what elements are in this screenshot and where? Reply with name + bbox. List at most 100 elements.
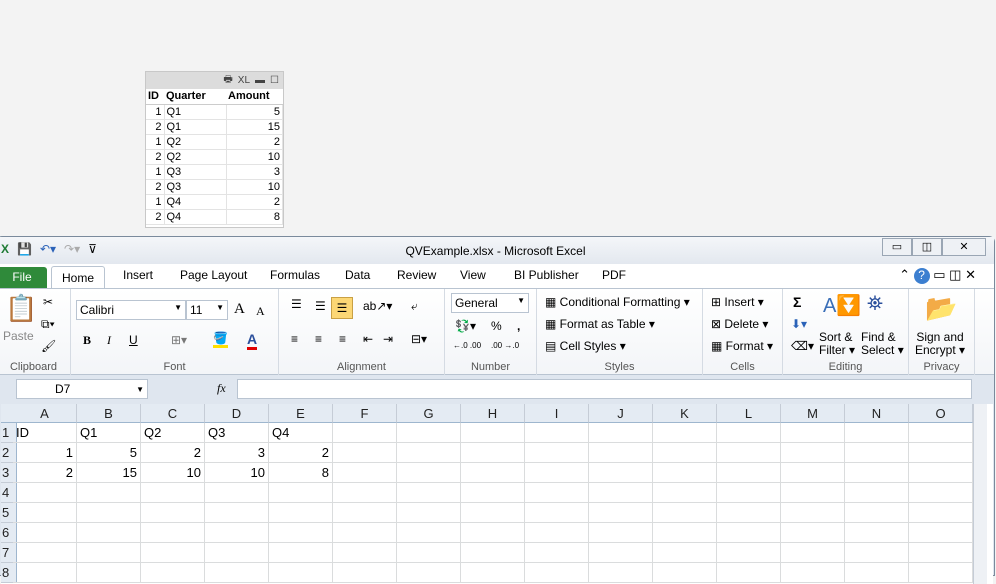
column-header[interactable]: K (653, 404, 717, 423)
table-row[interactable]: 2 Q4 8 (146, 209, 283, 225)
cell[interactable] (13, 503, 77, 523)
spreadsheet-grid[interactable]: A B C D E F G H I J K L M N O 1 ID Q1 Q2 Q3 Q4 2 1 5 2 3 2 3 2 15 10 10… (1, 404, 993, 584)
cell[interactable] (589, 523, 653, 543)
cell[interactable] (653, 443, 717, 463)
cell[interactable] (205, 563, 269, 583)
table-row[interactable]: 2 Q3 10 (146, 179, 283, 195)
cell[interactable] (909, 443, 973, 463)
cell[interactable]: 3 (205, 443, 269, 463)
cell[interactable] (333, 523, 397, 543)
sort-filter-button[interactable]: Sort & Filter ▾ (819, 331, 855, 357)
cell[interactable] (397, 523, 461, 543)
cell[interactable] (333, 423, 397, 443)
cell[interactable] (205, 483, 269, 503)
table-row[interactable]: 2 Q1 15 (146, 119, 283, 135)
increase-decimal-button[interactable]: ←.0 .00 (453, 341, 481, 350)
cell[interactable]: Q2 (141, 423, 205, 443)
column-header[interactable]: F (333, 404, 397, 423)
cell[interactable] (525, 463, 589, 483)
cell[interactable] (845, 423, 909, 443)
cell[interactable] (525, 503, 589, 523)
cell[interactable] (909, 523, 973, 543)
cell[interactable] (525, 483, 589, 503)
decrease-indent-icon[interactable]: ⇤ (363, 332, 373, 346)
grow-font-button[interactable]: A (234, 301, 245, 318)
cell[interactable] (525, 563, 589, 583)
tab-home[interactable]: Home (51, 266, 105, 289)
column-header[interactable]: H (461, 404, 525, 423)
cell[interactable] (141, 523, 205, 543)
table-row[interactable]: 1 Q2 2 (146, 134, 283, 150)
tab-formulas[interactable]: Formulas (270, 268, 320, 282)
maximize-icon[interactable]: ☐ (270, 75, 279, 86)
cell[interactable] (461, 463, 525, 483)
format-cells-button[interactable]: ▦ Format ▾ (711, 339, 773, 353)
column-header[interactable]: A (13, 404, 77, 423)
tab-pdf[interactable]: PDF (602, 268, 626, 282)
increase-indent-icon[interactable]: ⇥ (383, 332, 393, 346)
cell[interactable] (397, 483, 461, 503)
tab-review[interactable]: Review (397, 268, 436, 282)
cell[interactable] (589, 543, 653, 563)
cell[interactable] (525, 523, 589, 543)
conditional-formatting-button[interactable]: ▦ Conditional Formatting ▾ (545, 295, 690, 309)
fill-icon[interactable]: ⬇▾ (791, 317, 807, 331)
cell[interactable] (589, 443, 653, 463)
font-name-select[interactable]: Calibri ▼ (76, 300, 186, 320)
cell[interactable] (77, 483, 141, 503)
align-right-icon[interactable]: ≡ (339, 332, 346, 346)
cut-icon[interactable]: ✂ (43, 295, 53, 309)
decrease-decimal-button[interactable]: .00 →.0 (491, 341, 519, 350)
cell[interactable] (781, 423, 845, 443)
cell[interactable] (589, 503, 653, 523)
paste-icon[interactable]: 📋 (5, 293, 37, 324)
name-box[interactable]: D7 ▼ (16, 379, 148, 399)
accounting-format-icon[interactable]: 💱▾ (455, 319, 476, 333)
cell[interactable]: 8 (269, 463, 333, 483)
column-header[interactable]: N (845, 404, 909, 423)
column-header[interactable]: E (269, 404, 333, 423)
tab-bi-publisher[interactable]: BI Publisher (514, 268, 579, 282)
table-row[interactable]: 1 Q1 5 (146, 104, 283, 120)
column-header[interactable]: J (589, 404, 653, 423)
cell[interactable] (333, 463, 397, 483)
column-header[interactable]: O (909, 404, 973, 423)
cell[interactable] (77, 563, 141, 583)
cell[interactable] (397, 543, 461, 563)
tab-data[interactable]: Data (345, 268, 370, 282)
column-header[interactable]: B (77, 404, 141, 423)
insert-cells-button[interactable]: ⊞ Insert ▾ (711, 295, 764, 309)
cell[interactable] (13, 563, 77, 583)
cell[interactable] (333, 483, 397, 503)
formula-input[interactable] (237, 379, 972, 399)
italic-button[interactable]: I (107, 333, 111, 348)
cell[interactable] (205, 523, 269, 543)
column-header[interactable]: G (397, 404, 461, 423)
header-amount[interactable]: Amount (226, 89, 283, 105)
shrink-font-button[interactable]: A (256, 304, 265, 319)
cell[interactable] (717, 543, 781, 563)
cell[interactable] (653, 483, 717, 503)
cell[interactable] (717, 443, 781, 463)
table-row[interactable]: 1 Q4 2 (146, 194, 283, 210)
cell[interactable] (845, 483, 909, 503)
align-bottom-icon[interactable]: ☰ (331, 297, 353, 319)
cell[interactable] (845, 543, 909, 563)
cell[interactable] (589, 463, 653, 483)
cell[interactable] (781, 503, 845, 523)
cell[interactable] (13, 523, 77, 543)
cell[interactable] (653, 503, 717, 523)
font-color-button[interactable]: A (247, 331, 258, 350)
cell[interactable] (717, 463, 781, 483)
minimize-button[interactable]: ▭ (882, 238, 912, 256)
cell[interactable] (461, 423, 525, 443)
restore-button[interactable]: ◫ (912, 238, 942, 256)
delete-cells-button[interactable]: ⊠ Delete ▾ (711, 317, 768, 331)
cell[interactable] (397, 443, 461, 463)
vertical-scrollbar[interactable] (973, 404, 987, 584)
cell[interactable] (77, 543, 141, 563)
cell[interactable] (589, 423, 653, 443)
cell[interactable] (461, 483, 525, 503)
cell[interactable]: 10 (141, 463, 205, 483)
table-row[interactable]: 2 Q2 10 (146, 149, 283, 165)
